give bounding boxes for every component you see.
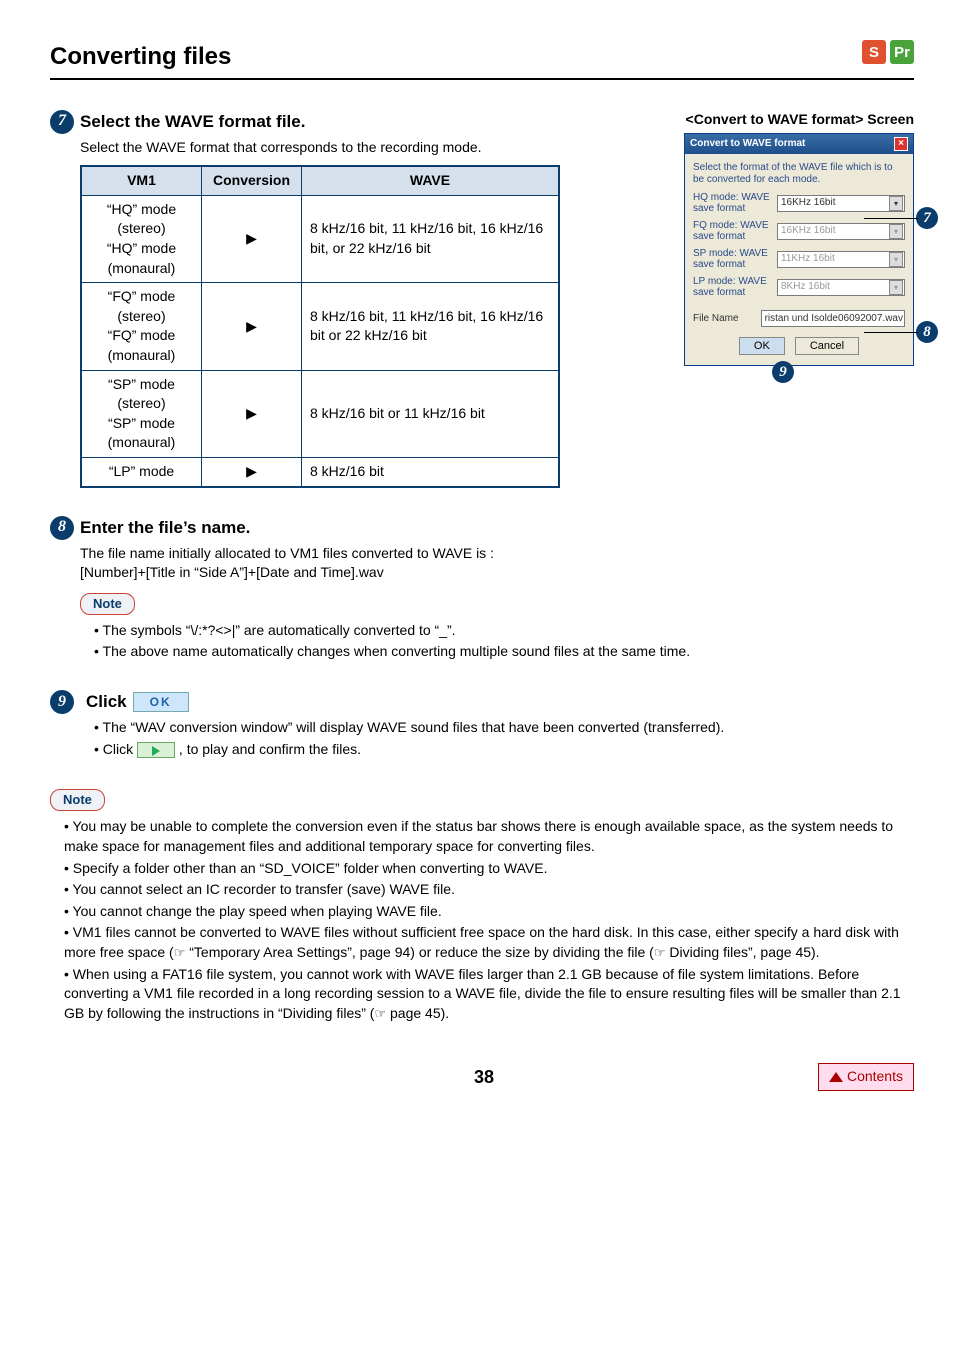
note-label: Note [50,789,105,811]
badge-pr-icon: Pr [890,40,914,64]
note-item: The symbols “\/:*?<>|” are automatically… [94,621,914,641]
table-row: “FQ” mode (stereo) “FQ” mode (monaural) … [82,283,558,370]
callout-7-marker-icon: 7 [916,207,938,229]
fq-select[interactable]: 16KHz 16bit ▾ [777,223,905,240]
filename-field[interactable]: ristan und Isolde06092007.wav [761,310,905,327]
conversion-table: VM1 Conversion WAVE “HQ” mode (stereo) “… [80,165,560,487]
cell-vm1: “FQ” mode (stereo) “FQ” mode (monaural) [82,283,202,369]
callout-9-marker-icon: 9 [772,361,794,383]
reference-icon: ☞ [174,945,186,960]
fq-label: FQ mode: WAVE save format [693,220,771,242]
cell-wave: 8 kHz/16 bit, 11 kHz/16 bit, 16 kHz/16 b… [302,196,558,282]
arrow-icon: ▶ [246,404,257,424]
step7-title: Select the WAVE format file. [80,110,305,134]
hq-select[interactable]: 16KHz 16bit ▾ [777,195,905,212]
step-8-marker-icon: 8 [50,516,74,540]
cell-wave: 8 kHz/16 bit or 11 kHz/16 bit [302,371,558,457]
note-item: You cannot select an IC recorder to tran… [64,880,914,900]
arrow-icon: ▶ [246,317,257,337]
callout-line [864,332,919,333]
cell-vm1: “SP” mode (stereo) “SP” mode (monaural) [82,371,202,457]
sp-select[interactable]: 11KHz 16bit ▾ [777,251,905,268]
th-conversion: Conversion [202,167,302,195]
chevron-down-icon[interactable]: ▾ [889,280,903,295]
close-icon[interactable]: × [894,137,908,151]
table-row: “SP” mode (stereo) “SP” mode (monaural) … [82,371,558,458]
chevron-down-icon[interactable]: ▾ [889,224,903,239]
page-title: Converting files [50,40,231,74]
step7-heading: 7 Select the WAVE format file. [50,110,604,134]
step9-heading: 9 Click OK [50,690,914,714]
step9-item: The “WAV conversion window” will display… [94,718,914,738]
th-vm1: VM1 [82,167,202,195]
cell-vm1: “HQ” mode (stereo) “HQ” mode (monaural) [82,196,202,282]
dialog-title: Convert to WAVE format [690,137,805,151]
step8-line1: The file name initially allocated to VM1… [80,544,914,564]
dialog-desc: Select the format of the WAVE file which… [693,162,905,186]
filename-label: File Name [693,313,755,324]
chevron-down-icon[interactable]: ▾ [889,196,903,211]
reference-icon: ☞ [374,1006,386,1021]
badge-s-icon: S [862,40,886,64]
lp-select[interactable]: 8KHz 16bit ▾ [777,279,905,296]
chevron-down-icon[interactable]: ▾ [889,252,903,267]
ok-button[interactable]: OK [739,337,785,355]
reference-icon: ☞ [654,945,666,960]
step9-item: Click , to play and confirm the files. [94,740,914,760]
arrow-icon: ▶ [246,229,257,249]
header-badges: S Pr [862,40,914,64]
sp-label: SP mode: WAVE save format [693,248,771,270]
step8-title: Enter the file’s name. [80,516,250,540]
ok-button-inline[interactable]: OK [133,692,189,713]
table-row: “HQ” mode (stereo) “HQ” mode (monaural) … [82,196,558,283]
arrow-icon: ▶ [246,462,257,482]
th-wave: WAVE [302,167,558,195]
cancel-button[interactable]: Cancel [795,337,859,355]
contents-button[interactable]: Contents [818,1063,914,1091]
screen-title: <Convert to WAVE format> Screen [624,110,914,130]
step8-line2: [Number]+[Title in “Side A”]+[Date and T… [80,563,914,583]
note-item: When using a FAT16 file system, you cann… [64,965,914,1024]
hq-label: HQ mode: WAVE save format [693,192,771,214]
page-number: 38 [150,1065,818,1090]
step-7-marker-icon: 7 [50,110,74,134]
step-9-marker-icon: 9 [50,690,74,714]
note-item: The above name automatically changes whe… [94,642,914,662]
step8-heading: 8 Enter the file’s name. [50,516,914,540]
play-button-inline[interactable] [137,742,175,758]
callout-line [864,218,919,219]
step7-desc: Select the WAVE format that corresponds … [80,138,604,158]
table-row: “LP” mode ▶ 8 kHz/16 bit [82,458,558,486]
note-item: VM1 files cannot be converted to WAVE fi… [64,923,914,962]
note-item: You cannot change the play speed when pl… [64,902,914,922]
step9-prefix: Click [86,690,127,714]
note-item: You may be unable to complete the conver… [64,817,914,856]
cell-vm1: “LP” mode [82,458,202,486]
callout-8-marker-icon: 8 [916,321,938,343]
note-label: Note [80,593,135,615]
cell-wave: 8 kHz/16 bit [302,458,558,486]
triangle-icon [829,1072,843,1082]
note-item: Specify a folder other than an “SD_VOICE… [64,859,914,879]
lp-label: LP mode: WAVE save format [693,276,771,298]
cell-wave: 8 kHz/16 bit, 11 kHz/16 bit, 16 kHz/16 b… [302,283,558,369]
